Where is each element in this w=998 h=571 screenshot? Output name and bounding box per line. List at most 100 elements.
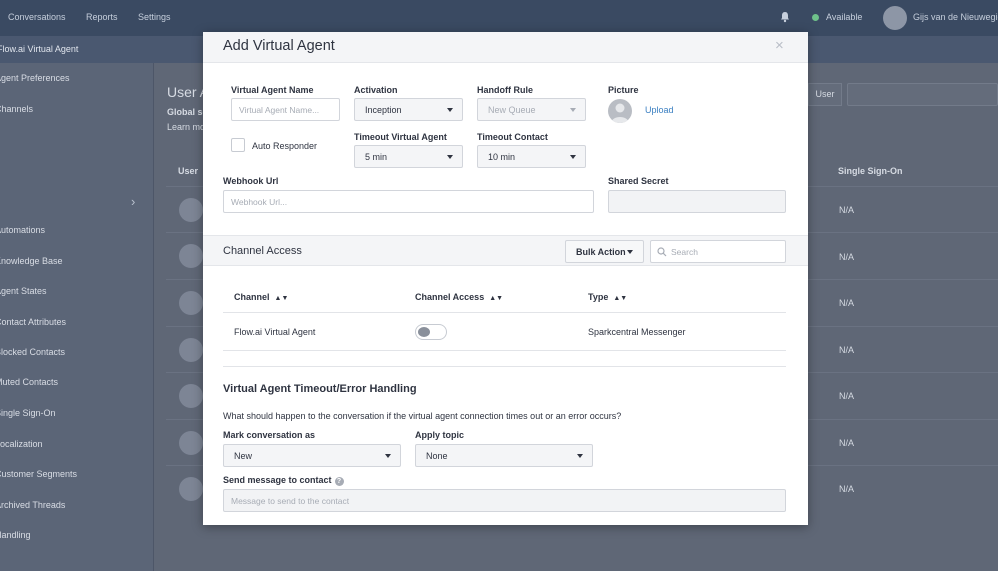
apply-topic-select[interactable]: None <box>415 444 593 467</box>
table-cell-channel: Flow.ai Virtual Agent <box>234 327 316 337</box>
channel-access-title: Channel Access <box>223 245 302 257</box>
sidebar-item-handling[interactable]: Handling <box>0 530 31 540</box>
settings-sidebar: Agent Preferences Channels › Automations… <box>0 63 154 571</box>
auto-responder-label: Auto Responder <box>252 141 318 151</box>
send-message-label: Send message to contact? <box>223 475 344 486</box>
shared-secret-label: Shared Secret <box>608 176 669 186</box>
background-na: N/A <box>839 252 855 262</box>
handoff-rule-select[interactable]: New Queue <box>477 98 586 121</box>
top-navigation-bar: Conversations Reports Settings Available… <box>0 0 998 36</box>
timeout-description: What should happen to the conversation i… <box>223 411 622 421</box>
caret-down-icon <box>577 453 583 458</box>
sort-icon: ▲▼ <box>274 295 289 302</box>
apply-topic-label: Apply topic <box>415 430 464 440</box>
sort-icon: ▲▼ <box>613 295 628 302</box>
column-header-type[interactable]: Type ▲▼ <box>588 292 627 302</box>
mark-conversation-label: Mark conversation as <box>223 430 316 440</box>
upload-link[interactable]: Upload <box>645 105 674 115</box>
caret-down-icon <box>385 453 391 458</box>
avatar <box>179 338 203 362</box>
background-na: N/A <box>839 298 855 308</box>
picture-label: Picture <box>608 85 639 95</box>
handoff-rule-value: New Queue <box>488 104 536 115</box>
background-add-user-button[interactable]: User <box>808 83 842 106</box>
agent-name-input[interactable]: Virtual Agent Name... <box>231 98 340 121</box>
apply-topic-value: None <box>426 450 448 461</box>
sidebar-item-agent-states[interactable]: Agent States <box>0 286 47 296</box>
handoff-rule-label: Handoff Rule <box>477 85 533 95</box>
channel-access-toggle[interactable] <box>415 324 447 340</box>
dialog-title: Add Virtual Agent <box>223 38 335 54</box>
timeout-agent-value: 5 min <box>365 151 388 162</box>
breadcrumb[interactable]: Flow.ai Virtual Agent <box>0 44 78 54</box>
auto-responder-checkbox[interactable] <box>231 138 245 152</box>
sidebar-item-single-sign-on[interactable]: Single Sign-On <box>0 408 56 418</box>
background-search-input[interactable] <box>847 83 998 106</box>
mark-conversation-select[interactable]: New <box>223 444 401 467</box>
sidebar-item-agent-preferences[interactable]: Agent Preferences <box>0 73 70 83</box>
channel-access-section-header: Channel Access Bulk Action Search <box>203 235 808 266</box>
caret-down-icon <box>627 249 633 254</box>
agent-name-label: Virtual Agent Name <box>231 85 314 95</box>
background-na: N/A <box>839 391 855 401</box>
availability-status[interactable]: Available <box>826 12 862 22</box>
activation-select[interactable]: Inception <box>354 98 463 121</box>
timeout-contact-value: 10 min <box>488 151 516 162</box>
timeout-agent-select[interactable]: 5 min <box>354 145 463 168</box>
sort-icon: ▲▼ <box>489 295 504 302</box>
user-avatar[interactable] <box>883 6 907 30</box>
avatar <box>179 198 203 222</box>
webhook-url-input[interactable]: Webhook Url... <box>223 190 594 213</box>
background-column-sso: Single Sign-On <box>838 166 903 176</box>
status-dot <box>812 14 819 21</box>
sidebar-item-muted-contacts[interactable]: Muted Contacts <box>0 377 58 387</box>
nav-reports[interactable]: Reports <box>86 12 118 22</box>
sidebar-item-customer-segments[interactable]: Customer Segments <box>0 469 77 479</box>
sidebar-item-contact-attributes[interactable]: Contact Attributes <box>0 317 66 327</box>
caret-down-icon <box>570 107 576 112</box>
bulk-action-label: Bulk Action <box>576 246 626 257</box>
help-icon[interactable]: ? <box>334 477 344 486</box>
background-na: N/A <box>839 438 855 448</box>
avatar <box>179 431 203 455</box>
sidebar-item-archived-threads[interactable]: Archived Threads <box>0 500 65 510</box>
user-name[interactable]: Gijs van de Nieuwegiessen <box>913 12 998 22</box>
background-na: N/A <box>839 345 855 355</box>
mark-conversation-value: New <box>234 450 253 461</box>
bell-icon[interactable] <box>779 11 791 23</box>
sidebar-item-localization[interactable]: Localization <box>0 439 43 449</box>
avatar <box>179 384 203 408</box>
chevron-right-icon[interactable]: › <box>131 194 135 209</box>
sidebar-item-automations[interactable]: Automations <box>0 225 45 235</box>
caret-down-icon <box>570 154 576 159</box>
sidebar-item-blocked-contacts[interactable]: Blocked Contacts <box>0 347 65 357</box>
timeout-agent-label: Timeout Virtual Agent <box>354 132 447 142</box>
avatar <box>179 244 203 268</box>
close-icon[interactable]: × <box>775 37 784 54</box>
avatar <box>179 477 203 501</box>
timeout-section-title: Virtual Agent Timeout/Error Handling <box>223 383 417 395</box>
caret-down-icon <box>447 154 453 159</box>
search-icon <box>657 247 667 257</box>
activation-value: Inception <box>365 104 402 115</box>
shared-secret-input[interactable] <box>608 190 786 213</box>
nav-conversations[interactable]: Conversations <box>8 12 66 22</box>
send-message-input[interactable]: Message to send to the contact <box>223 489 786 512</box>
bulk-action-button[interactable]: Bulk Action <box>565 240 644 263</box>
table-cell-type: Sparkcentral Messenger <box>588 327 686 337</box>
sidebar-item-channels[interactable]: Channels <box>0 104 33 114</box>
timeout-contact-select[interactable]: 10 min <box>477 145 586 168</box>
activation-label: Activation <box>354 85 398 95</box>
search-placeholder: Search <box>671 247 698 257</box>
webhook-url-label: Webhook Url <box>223 176 279 186</box>
sidebar-item-knowledge-base[interactable]: Knowledge Base <box>0 256 63 266</box>
column-header-channel-access[interactable]: Channel Access ▲▼ <box>415 292 503 302</box>
toggle-knob <box>418 327 430 337</box>
background-column-user: User <box>178 166 199 176</box>
dialog-header: Add Virtual Agent × <box>203 32 808 63</box>
column-header-channel[interactable]: Channel ▲▼ <box>234 292 288 302</box>
nav-settings[interactable]: Settings <box>138 12 171 22</box>
timeout-contact-label: Timeout Contact <box>477 132 548 142</box>
caret-down-icon <box>447 107 453 112</box>
channel-search-input[interactable]: Search <box>650 240 786 263</box>
